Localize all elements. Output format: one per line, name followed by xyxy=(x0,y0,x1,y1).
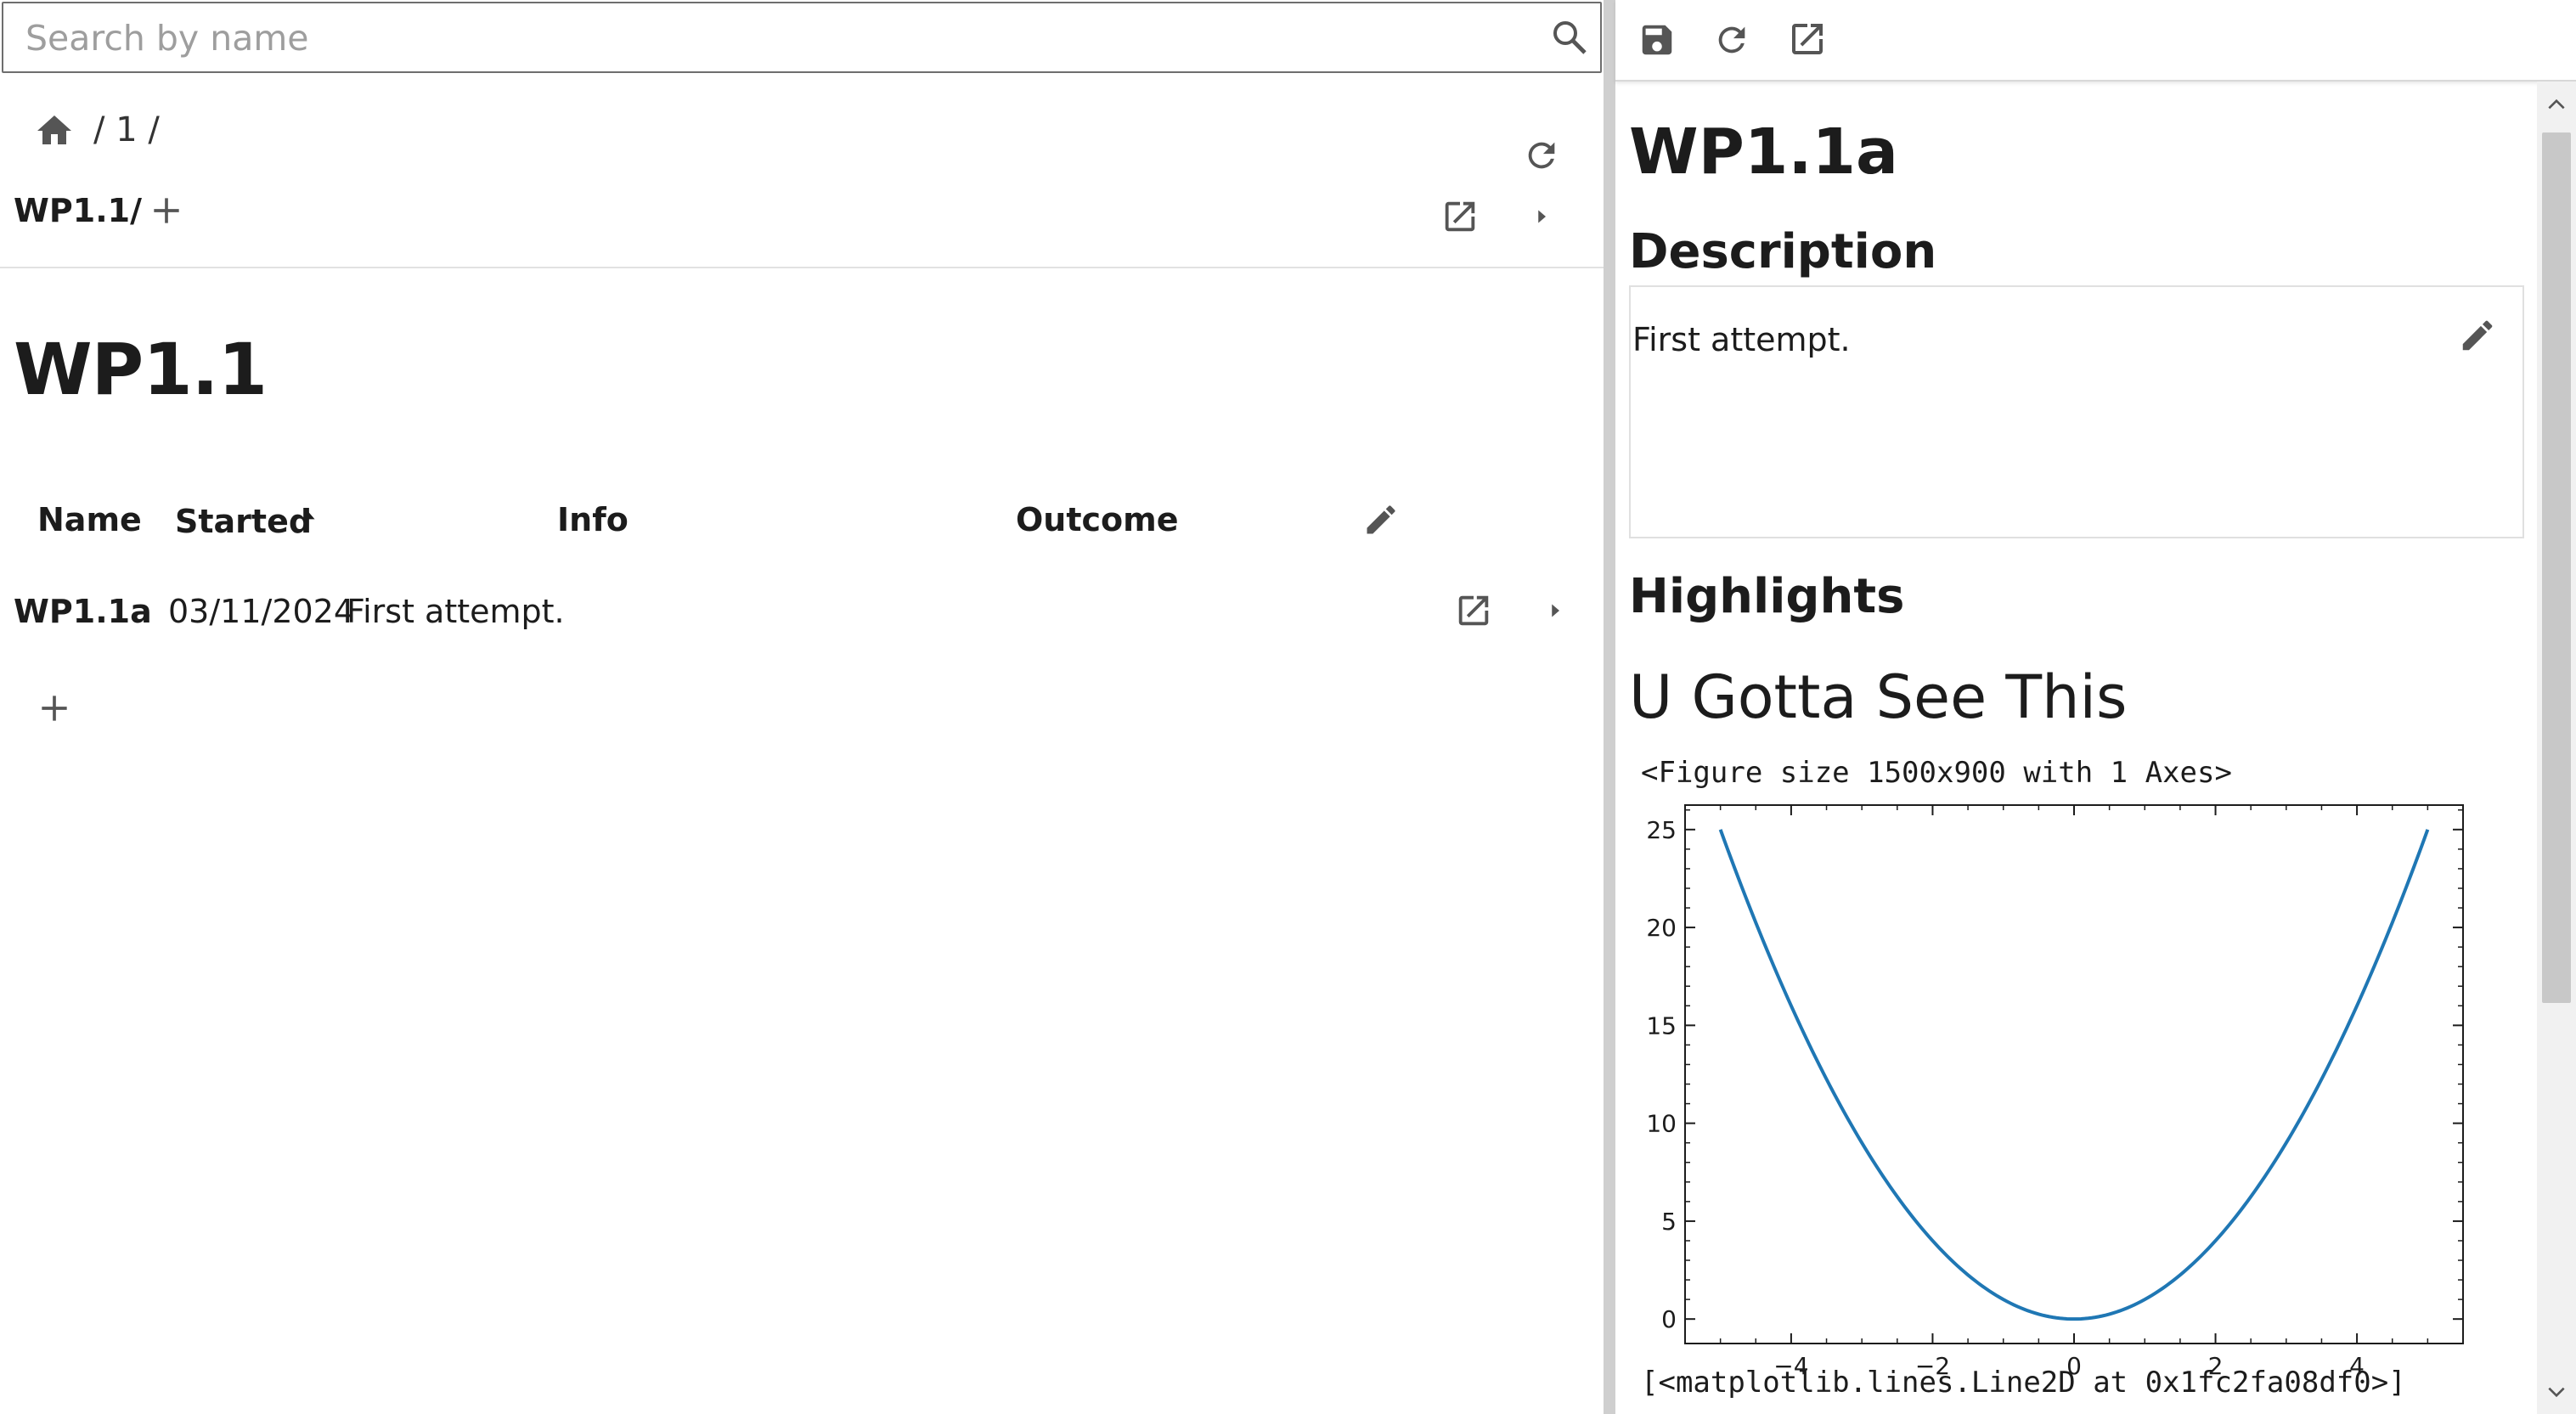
add-row-icon[interactable] xyxy=(36,690,73,727)
chevron-right-icon[interactable] xyxy=(1542,598,1568,623)
open-external-icon[interactable] xyxy=(1440,197,1480,236)
figure-repr-text: <Figure size 1500x900 with 1 Axes> xyxy=(1641,756,2232,790)
column-header-outcome[interactable]: Outcome xyxy=(1016,501,1179,538)
right-pane: WP1.1a Description First attempt. Highli… xyxy=(1615,0,2576,1414)
edit-columns-icon[interactable] xyxy=(1362,501,1400,538)
search-icon[interactable] xyxy=(1549,17,1590,58)
highlights-heading: Highlights xyxy=(1629,569,1905,624)
highlight-title: U Gotta See This xyxy=(1629,662,2128,732)
home-icon[interactable] xyxy=(34,110,75,151)
add-folder-icon[interactable] xyxy=(148,192,185,229)
chevron-right-icon[interactable] xyxy=(1529,204,1554,229)
vertical-scrollbar[interactable] xyxy=(2537,82,2576,1414)
column-header-info[interactable]: Info xyxy=(557,501,628,538)
folder-header: / 1 / WP1.1/ xyxy=(0,76,1604,268)
plot-frame xyxy=(1684,804,2464,1344)
series-line xyxy=(1718,829,2430,1321)
y-tick-label: 20 xyxy=(1646,914,1677,942)
y-tick-label: 10 xyxy=(1646,1110,1677,1138)
line-chart: −4 −2 0 2 40510152025 xyxy=(1646,804,2464,1380)
refresh-icon[interactable] xyxy=(1712,20,1751,59)
description-box[interactable]: First attempt. xyxy=(1629,285,2524,538)
row-started-cell: 03/11/2024 xyxy=(168,593,355,630)
y-tick-label: 15 xyxy=(1646,1011,1677,1039)
left-pane: / 1 / WP1.1/ WP1.1 Name Started Info Out… xyxy=(0,0,1604,1414)
breadcrumb[interactable]: / 1 / xyxy=(93,110,160,149)
y-tick-label: 5 xyxy=(1661,1208,1677,1236)
detail-title: WP1.1a xyxy=(1629,115,1898,189)
detail-toolbar xyxy=(1615,0,2576,82)
save-icon[interactable] xyxy=(1637,20,1677,59)
open-external-icon[interactable] xyxy=(1787,19,1828,59)
edit-icon[interactable] xyxy=(2458,316,2497,355)
search-bar xyxy=(2,2,1602,73)
page-title: WP1.1 xyxy=(14,328,268,411)
column-header-name[interactable]: Name xyxy=(37,501,142,538)
scrollbar-thumb[interactable] xyxy=(2542,132,2571,1003)
refresh-icon[interactable] xyxy=(1522,136,1561,175)
y-tick-label: 0 xyxy=(1661,1305,1677,1333)
current-folder-path: WP1.1/ xyxy=(14,192,142,229)
scroll-up-icon[interactable] xyxy=(2545,93,2568,115)
scroll-down-icon[interactable] xyxy=(2545,1381,2568,1403)
y-tick-label: 25 xyxy=(1646,816,1677,844)
sort-ascending-icon[interactable] xyxy=(297,504,319,527)
description-heading: Description xyxy=(1629,224,1937,279)
open-external-icon[interactable] xyxy=(1454,591,1493,630)
description-text: First attempt. xyxy=(1632,321,1851,358)
pane-splitter[interactable] xyxy=(1604,0,1615,1414)
output-repr-text: [<matplotlib.lines.Line2D at 0x1fc2fa08d… xyxy=(1641,1366,2406,1400)
row-info-cell: First attempt. xyxy=(347,593,565,630)
search-input[interactable] xyxy=(24,12,1505,65)
row-name-cell[interactable]: WP1.1a xyxy=(14,593,152,630)
detail-content: WP1.1a Description First attempt. Highli… xyxy=(1615,82,2537,1414)
column-header-started[interactable]: Started xyxy=(175,503,312,540)
